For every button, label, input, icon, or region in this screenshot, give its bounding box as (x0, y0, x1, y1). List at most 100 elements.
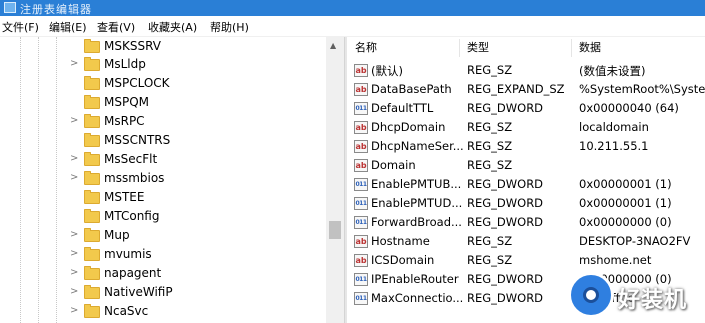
menu-edit[interactable]: 编辑(E) (49, 19, 87, 35)
column-header-name[interactable]: 名称 (355, 37, 377, 59)
value-type: REG_DWORD (467, 196, 544, 210)
watermark-text: 好装机 (618, 288, 688, 313)
value-name: EnablePMTUD... (371, 196, 463, 210)
expand-chevron-icon[interactable]: > (70, 115, 80, 127)
menu-help[interactable]: 帮助(H) (210, 19, 249, 35)
value-data: mshome.net (579, 253, 652, 267)
regedit-app-icon (4, 2, 16, 13)
menu-view[interactable]: 查看(V) (97, 19, 135, 35)
tree-item-label: mssmbios (104, 171, 165, 185)
expand-chevron-icon[interactable]: > (70, 172, 80, 184)
value-name: DhcpDomain (371, 120, 446, 134)
folder-icon (84, 57, 100, 71)
string-value-icon: ab (354, 140, 368, 153)
value-name: MaxConnectio... (371, 291, 464, 305)
tree-item-mslldp[interactable]: > MsLldp (0, 56, 326, 74)
tree-item-mssecflt[interactable]: > MsSecFlt (0, 151, 326, 169)
value-type: REG_DWORD (467, 291, 544, 305)
tree-item-mssmbios[interactable]: > mssmbios (0, 170, 326, 188)
tree-item-mspqm[interactable]: MSPQM (0, 94, 326, 112)
binary-value-icon: 011 (354, 292, 368, 305)
binary-value-icon: 011 (354, 216, 368, 229)
value-name: ICSDomain (371, 253, 435, 267)
menu-favorites[interactable]: 收藏夹(A) (148, 19, 197, 35)
value-type: REG_DWORD (467, 215, 544, 229)
string-value-icon: ab (354, 64, 368, 77)
tree-item-label: MSPQM (104, 95, 150, 109)
tree-item-napagent[interactable]: > napagent (0, 265, 326, 283)
key-tree-pane[interactable]: MSKSSRV > MsLldp MSPCLOCK MSPQM > MsRPC … (0, 37, 344, 323)
value-name: DefaultTTL (371, 101, 434, 115)
tree-item-mskssrv[interactable]: MSKSSRV (0, 38, 326, 56)
value-name: Domain (371, 158, 416, 172)
tree-item-mup[interactable]: > Mup (0, 227, 326, 245)
value-type: REG_DWORD (467, 177, 544, 191)
menu-bar: 文件(F) 编辑(E) 查看(V) 收藏夹(A) 帮助(H) (0, 16, 705, 36)
column-header-type[interactable]: 类型 (467, 37, 489, 59)
value-row[interactable]: ab Domain REG_SZ (347, 156, 705, 175)
scrollbar-thumb[interactable] (329, 221, 341, 239)
value-row[interactable]: 011 EnablePMTUD... REG_DWORD 0x00000001 … (347, 194, 705, 213)
expand-chevron-icon[interactable]: > (70, 267, 80, 279)
watermark-logo-icon (568, 272, 614, 318)
binary-value-icon: 011 (354, 102, 368, 115)
column-divider[interactable] (571, 39, 572, 57)
scroll-up-arrow-icon[interactable]: ▲ (330, 41, 336, 50)
tree-item-mvumis[interactable]: > mvumis (0, 246, 326, 264)
folder-icon (84, 39, 100, 53)
tree-item-label: MTConfig (104, 209, 160, 223)
binary-value-icon: 011 (354, 273, 368, 286)
value-type: REG_EXPAND_SZ (467, 82, 565, 96)
expand-chevron-icon[interactable]: > (70, 58, 80, 70)
value-type: REG_SZ (467, 158, 513, 172)
string-value-icon: ab (354, 254, 368, 267)
folder-icon (84, 228, 100, 242)
title-bar: 注册表编辑器 (0, 0, 705, 16)
tree-item-mstee[interactable]: MSTEE (0, 189, 326, 207)
tree-item-label: MsSecFlt (104, 152, 158, 166)
tree-scrollbar[interactable]: ▲ (326, 37, 344, 323)
binary-value-icon: 011 (354, 178, 368, 191)
expand-chevron-icon[interactable]: > (70, 286, 80, 298)
value-row[interactable]: 011 EnablePMTUB... REG_DWORD 0x00000001 … (347, 175, 705, 194)
value-row[interactable]: ab Hostname REG_SZ DESKTOP-3NAO2FV (347, 232, 705, 251)
tree-item-label: mvumis (104, 247, 152, 261)
folder-icon (84, 76, 100, 90)
folder-icon (84, 190, 100, 204)
column-header-data[interactable]: 数据 (579, 37, 601, 59)
value-row[interactable]: ab (默认) REG_SZ (数值未设置) (347, 61, 705, 80)
tree-item-label: MsLldp (104, 57, 146, 71)
tree-item-msrpc[interactable]: > MsRPC (0, 113, 326, 131)
column-divider[interactable] (459, 39, 460, 57)
folder-icon (84, 266, 100, 280)
tree-item-ncasvc[interactable]: > NcaSvc (0, 303, 326, 321)
folder-icon (84, 209, 100, 223)
value-type: REG_DWORD (467, 272, 544, 286)
value-type: REG_SZ (467, 253, 513, 267)
expand-chevron-icon[interactable]: > (70, 305, 80, 317)
expand-chevron-icon[interactable]: > (70, 229, 80, 241)
value-row[interactable]: 011 DefaultTTL REG_DWORD 0x00000040 (64) (347, 99, 705, 118)
menu-file[interactable]: 文件(F) (2, 19, 39, 35)
value-type: REG_SZ (467, 63, 513, 77)
tree-item-mtconfig[interactable]: MTConfig (0, 208, 326, 226)
value-row[interactable]: ab DataBasePath REG_EXPAND_SZ %SystemRoo… (347, 80, 705, 99)
value-data: 0x00000000 (0) (579, 215, 672, 229)
value-row[interactable]: 011 ForwardBroad... REG_DWORD 0x00000000… (347, 213, 705, 232)
folder-icon (84, 247, 100, 261)
value-row[interactable]: ab DhcpDomain REG_SZ localdomain (347, 118, 705, 137)
tree-item-msscntrs[interactable]: MSSCNTRS (0, 132, 326, 150)
expand-chevron-icon[interactable]: > (70, 153, 80, 165)
tree-item-mspclock[interactable]: MSPCLOCK (0, 75, 326, 93)
value-name: (默认) (371, 64, 403, 78)
tree-item-nativewifip[interactable]: > NativeWifiP (0, 284, 326, 302)
tree-item-label: Mup (104, 228, 130, 242)
value-name: ForwardBroad... (371, 215, 462, 229)
value-data: localdomain (579, 120, 649, 134)
value-row[interactable]: ab DhcpNameSer... REG_SZ 10.211.55.1 (347, 137, 705, 156)
window-title: 注册表编辑器 (20, 3, 92, 16)
tree-item-label: MSPCLOCK (104, 76, 170, 90)
value-type: REG_SZ (467, 139, 513, 153)
expand-chevron-icon[interactable]: > (70, 248, 80, 260)
folder-icon (84, 114, 100, 128)
